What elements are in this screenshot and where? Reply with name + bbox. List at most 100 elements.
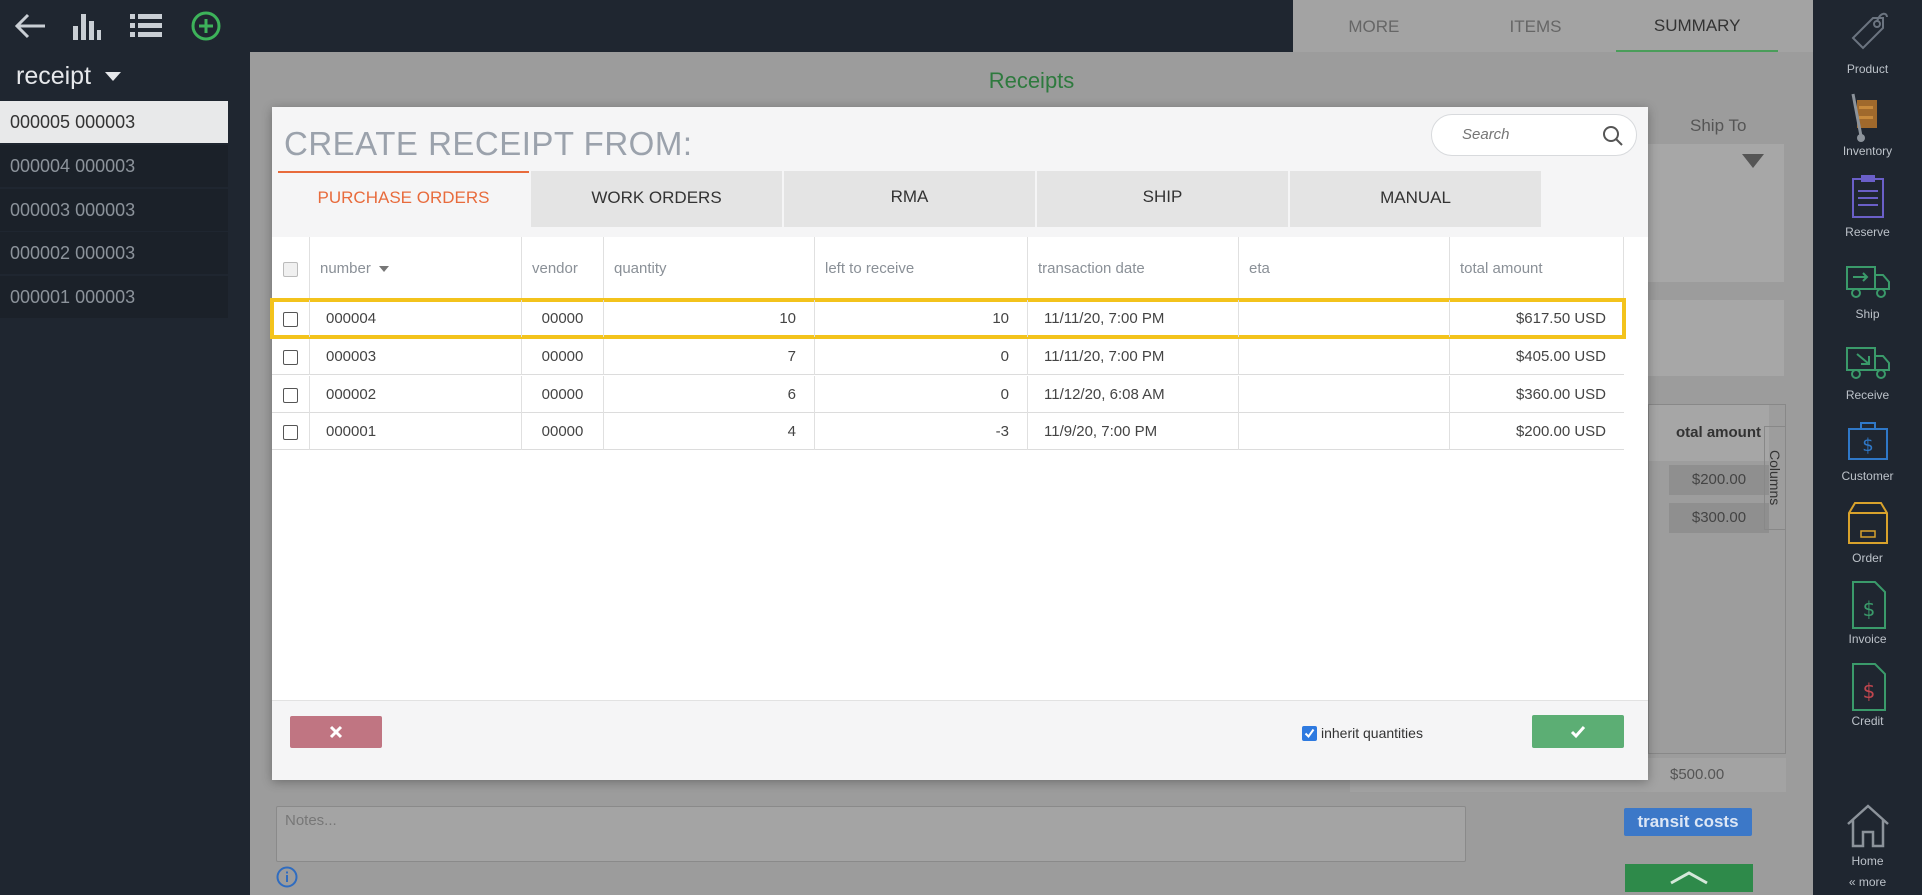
tab-summary[interactable]: SUMMARY [1616, 0, 1779, 52]
cell-quantity: 4 [604, 413, 815, 450]
cell-quantity: 10 [604, 300, 815, 337]
row-checkbox[interactable] [283, 424, 298, 440]
tab-items[interactable]: ITEMS [1455, 0, 1617, 52]
search-input[interactable] [1462, 126, 1592, 143]
row-checkbox[interactable] [283, 311, 298, 327]
row-checkbox[interactable] [283, 387, 298, 403]
record-item[interactable]: 000002 000003 [0, 232, 228, 274]
notes-field[interactable]: Notes... [276, 806, 1466, 862]
close-icon [329, 725, 343, 739]
nav-label: Credit [1851, 714, 1884, 728]
nav-label: Receive [1845, 388, 1890, 402]
cell-total: $405.00 USD [1515, 348, 1606, 365]
tab-ship[interactable]: SHIP [1037, 171, 1288, 227]
row-checkbox[interactable] [283, 349, 298, 365]
cell-left-to-receive: 0 [815, 338, 1028, 375]
tab-more[interactable]: MORE [1293, 0, 1455, 52]
cell-total: $617.50 USD [1515, 310, 1606, 327]
col-header-vendor[interactable]: vendor [522, 237, 604, 300]
cell-eta [1239, 413, 1450, 450]
page-title: Receipts [988, 68, 1075, 93]
search-box[interactable] [1431, 114, 1637, 156]
col-header-total-amount[interactable]: total amount [1450, 237, 1624, 300]
hand-truck-icon [1851, 93, 1877, 142]
tab-work-orders[interactable]: WORK ORDERS [531, 171, 782, 227]
grid-cell: $300.00 [1669, 503, 1769, 533]
cell-vendor: 00000 [522, 413, 604, 450]
record-type-dropdown[interactable]: receipt [0, 52, 250, 100]
nav-reserve[interactable]: Reserve [1813, 163, 1922, 243]
svg-text:$: $ [1863, 679, 1876, 703]
right-sidebar: Product Inventory Reserve Ship Receive $… [1813, 0, 1922, 895]
cell-number: 000002 [310, 376, 522, 413]
invoice-doc-icon: $ [1852, 581, 1886, 629]
columns-toggle[interactable]: Columns [1764, 426, 1786, 530]
cell-eta [1239, 338, 1450, 375]
col-header-eta[interactable]: eta [1239, 237, 1450, 300]
add-circle-icon[interactable] [180, 0, 232, 52]
table-row[interactable]: 000004 00000 10 10 11/11/20, 7:00 PM $61… [270, 298, 1626, 339]
record-item[interactable]: 000001 000003 [0, 276, 228, 318]
home-icon [1847, 804, 1889, 848]
col-header-quantity[interactable]: quantity [604, 237, 815, 300]
subtotal-value: $500.00 [1670, 766, 1725, 783]
collapse-up-button[interactable] [1625, 864, 1753, 892]
record-type-label: receipt [16, 61, 92, 90]
caret-down-icon [105, 71, 122, 81]
col-label: number [320, 260, 371, 277]
nav-home[interactable]: Home [1813, 792, 1922, 872]
table-row[interactable]: 000002 00000 6 0 11/12/20, 6:08 AM $360.… [272, 376, 1624, 413]
nav-label: Product [1846, 62, 1889, 76]
inherit-quantities-checkbox[interactable] [1302, 725, 1317, 741]
tab-manual[interactable]: MANUAL [1290, 171, 1541, 227]
nav-ship[interactable]: Ship [1813, 245, 1922, 325]
grid-header-total: otal amount [1649, 405, 1769, 461]
cell-left-to-receive: 0 [815, 376, 1028, 413]
cell-vendor: 00000 [522, 376, 604, 413]
info-icon[interactable] [276, 866, 298, 893]
cell-date: 11/9/20, 7:00 PM [1028, 413, 1239, 450]
cell-date: 11/12/20, 6:08 AM [1028, 376, 1239, 413]
nav-product[interactable]: Product [1813, 0, 1922, 80]
record-item[interactable]: 000005 000003 [0, 101, 228, 143]
nav-inventory[interactable]: Inventory [1813, 82, 1922, 162]
chevron-up-icon [1670, 871, 1708, 885]
record-item[interactable]: 000003 000003 [0, 189, 228, 231]
left-toolbar [0, 0, 250, 52]
col-header-transaction-date[interactable]: transaction date [1028, 237, 1239, 300]
table-row[interactable]: 000003 00000 7 0 11/11/20, 7:00 PM $405.… [272, 338, 1624, 375]
confirm-button[interactable] [1532, 715, 1624, 748]
transit-costs-button[interactable]: transit costs [1624, 808, 1752, 836]
nav-receive[interactable]: Receive [1813, 326, 1922, 406]
cell-eta [1239, 376, 1450, 413]
chart-icon[interactable] [60, 0, 112, 52]
nav-label: Ship [1855, 307, 1880, 321]
select-all-checkbox[interactable] [283, 261, 298, 277]
create-receipt-modal: CREATE RECEIPT FROM: PURCHASE ORDERS WOR… [270, 107, 1648, 780]
tab-rma[interactable]: RMA [784, 171, 1035, 227]
cell-number: 000001 [310, 413, 522, 450]
nav-order[interactable]: Order [1813, 489, 1922, 569]
search-icon[interactable] [1602, 125, 1624, 147]
cancel-button[interactable] [290, 716, 382, 748]
tab-purchase-orders[interactable]: PURCHASE ORDERS [278, 171, 529, 227]
record-item[interactable]: 000004 000003 [0, 145, 228, 187]
col-header-number[interactable]: number [310, 237, 522, 300]
cell-number: 000004 [310, 300, 522, 337]
nav-invoice[interactable]: $ Invoice [1813, 570, 1922, 650]
nav-credit[interactable]: $ Credit [1813, 652, 1922, 732]
truck-receive-icon [1846, 347, 1890, 379]
list-icon[interactable] [120, 0, 172, 52]
nav-customer[interactable]: $ Customer [1813, 407, 1922, 487]
table-row[interactable]: 000001 00000 4 -3 11/9/20, 7:00 PM $200.… [272, 413, 1624, 450]
nav-label: Home [1851, 854, 1884, 868]
inherit-quantities-option[interactable]: inherit quantities [1302, 725, 1423, 741]
more-link[interactable]: « more [1813, 875, 1922, 889]
back-arrow-icon[interactable] [4, 0, 56, 52]
modal-footer: inherit quantities [272, 700, 1648, 780]
nav-label: Order [1852, 551, 1883, 565]
checkmark-icon [1304, 728, 1315, 738]
grid-header: number vendor quantity left to receive t… [272, 237, 1624, 300]
col-header-left-to-receive[interactable]: left to receive [815, 237, 1028, 300]
main-tabs: MORE ITEMS SUMMARY [1293, 0, 1813, 52]
